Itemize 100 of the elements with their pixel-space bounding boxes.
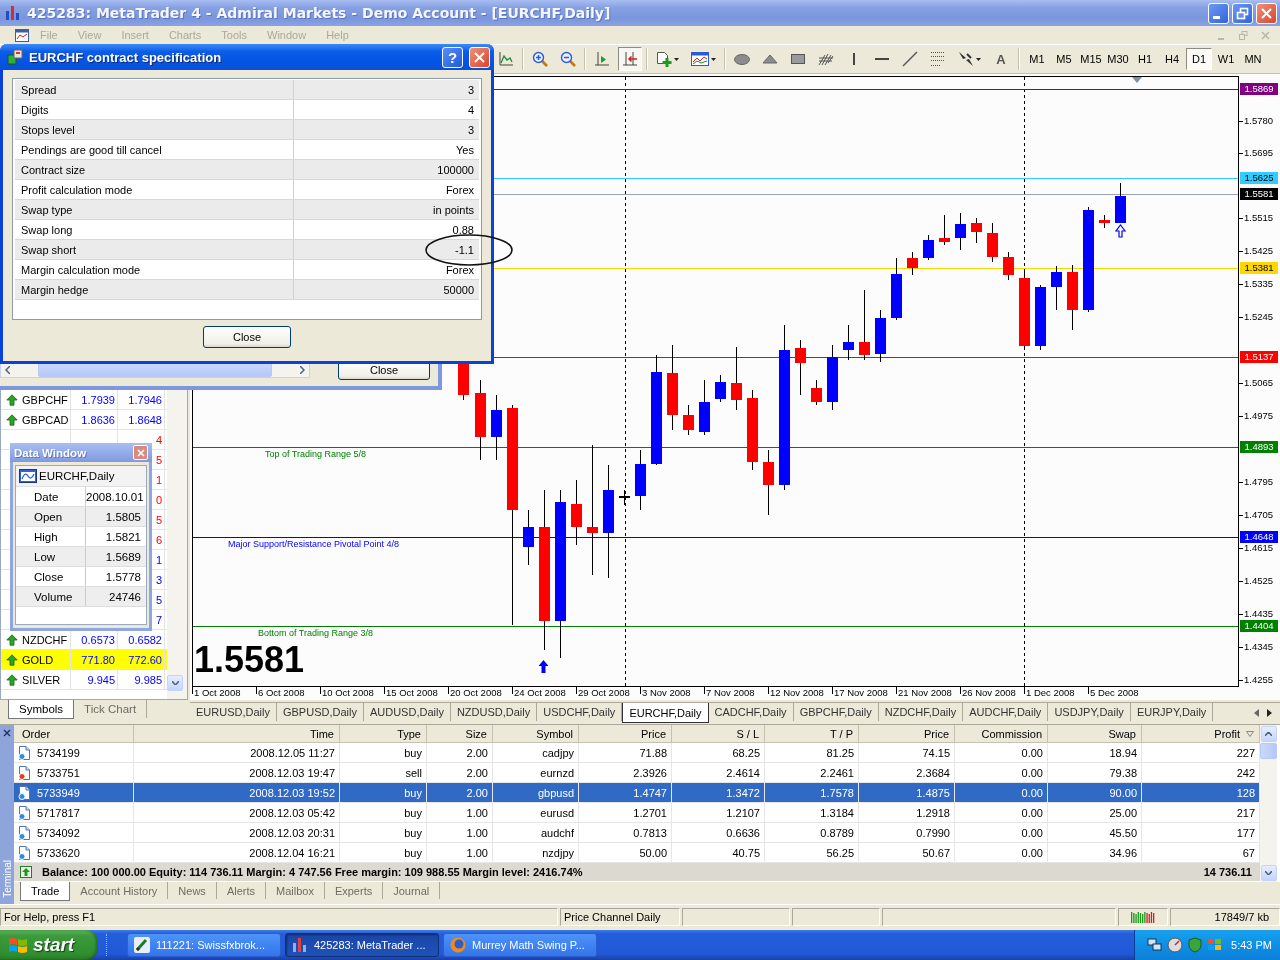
timeframe-button[interactable]: D1 — [1186, 48, 1212, 70]
bar-chart-icon — [292, 937, 308, 953]
symbol-row[interactable]: GBPCAD 1.8636 1.8648 — [1, 410, 167, 430]
close-button[interactable]: Close — [203, 325, 291, 348]
column-header[interactable]: S / L — [672, 725, 765, 742]
spec-label: Swap type — [15, 200, 294, 219]
terminal-tab[interactable]: Experts — [324, 882, 384, 899]
help-button[interactable]: ? — [442, 46, 463, 68]
order-row[interactable]: 5734199 2008.12.05 11:27 buy 2.00 cadjpy 71.88 68.25 81.25 74.15 0.00 18.94 227 — [14, 743, 1260, 763]
column-header[interactable]: Order — [14, 725, 134, 742]
gauge-icon[interactable] — [1167, 937, 1183, 953]
data-label: Open — [16, 507, 86, 526]
timeframe-button[interactable]: M1 — [1024, 48, 1050, 70]
chart-tab[interactable]: GBPUSD,Daily — [276, 703, 364, 721]
chart-tab[interactable]: EURJPY,Daily — [1130, 703, 1214, 721]
date-label: 1 Oct 2008 — [194, 686, 241, 699]
chart-tab[interactable]: NZDUSD,Daily — [450, 703, 538, 721]
text-button[interactable]: A — [989, 47, 1013, 71]
scroll-down-button[interactable] — [167, 675, 183, 691]
axis-arrow-icon — [622, 51, 638, 67]
symbol-row[interactable]: SILVER 9.945 9.985 — [1, 670, 167, 690]
bid-price: 771.80 — [81, 653, 115, 666]
computers-icon[interactable] — [1147, 937, 1163, 953]
taskbar-button[interactable]: 425283: MetaTrader ... — [285, 933, 439, 957]
column-header[interactable]: Time — [134, 725, 340, 742]
caret-right-icon[interactable] — [300, 366, 305, 374]
caret-left-icon[interactable] — [1254, 709, 1259, 717]
table-cell: 1.4747 — [579, 783, 672, 802]
terminal-tab[interactable]: Mailbox — [266, 882, 325, 899]
data-value: 1.5821 — [104, 529, 142, 545]
chart-tab[interactable]: USDJPY,Daily — [1048, 703, 1131, 721]
timeframe-button[interactable]: H1 — [1132, 48, 1158, 70]
timeframe-button[interactable]: M15 — [1078, 48, 1104, 70]
close-button[interactable] — [133, 445, 148, 460]
date-label: 7 Nov 2008 — [706, 686, 755, 699]
terminal-tab[interactable]: News — [168, 882, 217, 899]
terminal-tab[interactable]: Trade — [20, 882, 71, 901]
horizontal-line-icon — [875, 58, 889, 60]
chart-tab[interactable]: EURCHF,Daily — [622, 703, 709, 723]
table-cell: 5733751 — [37, 766, 80, 779]
zoom-in-icon — [532, 51, 548, 67]
timeframe-button[interactable]: H4 — [1159, 48, 1185, 70]
date-label: 3 Nov 2008 — [642, 686, 691, 699]
terminal-tab[interactable]: Journal — [383, 882, 441, 899]
table-cell: 0.00 — [955, 763, 1048, 782]
chart-tab[interactable]: AUDUSD,Daily — [363, 703, 451, 721]
price-tick: 1.4345 — [1244, 641, 1274, 653]
table-cell: 1.00 — [427, 803, 493, 822]
column-header[interactable]: Symbol — [493, 725, 579, 742]
close-button[interactable] — [469, 46, 490, 68]
scroll-down-button[interactable] — [1260, 865, 1277, 881]
triangle-marker-icon[interactable] — [1132, 77, 1142, 83]
panel-tab[interactable]: Tick Chart — [74, 700, 148, 718]
chart-tab[interactable]: AUDCHF,Daily — [963, 703, 1049, 721]
timeframe-button[interactable]: W1 — [1213, 48, 1239, 70]
table-cell: buy — [340, 803, 427, 822]
ask-price: 5 — [155, 513, 162, 526]
timeframe-button[interactable]: M5 — [1051, 48, 1077, 70]
auto-scroll-button[interactable] — [618, 47, 642, 71]
column-header[interactable]: T / P — [765, 725, 859, 742]
price-tick: 1.4615 — [1244, 542, 1274, 554]
terminal-tab[interactable]: Alerts — [216, 882, 266, 899]
table-cell: 2.00 — [427, 783, 493, 802]
start-button[interactable]: start — [0, 930, 98, 960]
timeframe-button[interactable]: M30 — [1105, 48, 1131, 70]
chart-tab[interactable]: GBPCHF,Daily — [793, 703, 879, 721]
table-cell: 2008.12.03 19:47 — [134, 763, 340, 782]
column-header[interactable]: Price — [859, 725, 955, 742]
chart-tab[interactable]: EURUSD,Daily — [190, 703, 277, 721]
column-title: Profit — [1214, 727, 1240, 740]
column-header[interactable]: Type — [340, 725, 427, 742]
sort-icon[interactable] — [1246, 730, 1254, 737]
order-row[interactable]: 5733949 2008.12.03 19:52 buy 2.00 gbpusd 1.4747 1.3472 1.7578 1.4875 0.00 90.00 128 — [14, 783, 1260, 803]
taskbar-button[interactable]: Murrey Math Swing P... — [443, 933, 597, 957]
panel-tab[interactable]: Symbols — [8, 700, 75, 719]
symbol-row[interactable]: GOLD 771.80 772.60 — [1, 650, 167, 670]
column-header[interactable]: Price — [579, 725, 672, 742]
close-icon[interactable] — [3, 729, 11, 737]
caret-left-icon[interactable] — [5, 366, 10, 374]
chart-tab[interactable]: CADCHF,Daily — [708, 703, 794, 721]
order-row[interactable]: 5734092 2008.12.03 20:31 buy 1.00 audchf 0.7813 0.6636 0.8789 0.7990 0.00 45.50 177 — [14, 823, 1260, 843]
table-cell: 90.00 — [1048, 783, 1142, 802]
taskbar-button[interactable]: 111221: Swissfxbrok... — [127, 933, 281, 957]
column-header[interactable]: Commission — [955, 725, 1048, 742]
chart-tab[interactable]: NZDCHF,Daily — [878, 703, 964, 721]
order-row[interactable]: 5717817 2008.12.03 05:42 buy 1.00 eurusd 1.2701 1.2107 1.3184 1.2918 0.00 25.00 217 — [14, 803, 1260, 823]
column-header[interactable]: Size — [427, 725, 493, 742]
clock: 5:43 PM — [1231, 939, 1272, 951]
price-tag: 1.5137 — [1240, 351, 1278, 363]
caret-right-icon[interactable] — [1267, 709, 1272, 717]
scroll-up-button[interactable] — [1260, 726, 1277, 742]
level-label: Major Support/Resistance Pivotal Point 4/8 — [228, 539, 400, 549]
table-cell: 50.67 — [859, 843, 955, 862]
table-cell: buy — [340, 823, 427, 842]
column-header[interactable]: Swap — [1048, 725, 1142, 742]
timeframe-button[interactable]: MN — [1240, 48, 1266, 70]
scrollbar-track[interactable] — [1260, 725, 1277, 882]
scrollbar-thumb[interactable] — [1260, 743, 1277, 759]
table-cell: eurnzd — [493, 763, 579, 782]
terminal-tab[interactable]: Account History — [70, 882, 169, 899]
